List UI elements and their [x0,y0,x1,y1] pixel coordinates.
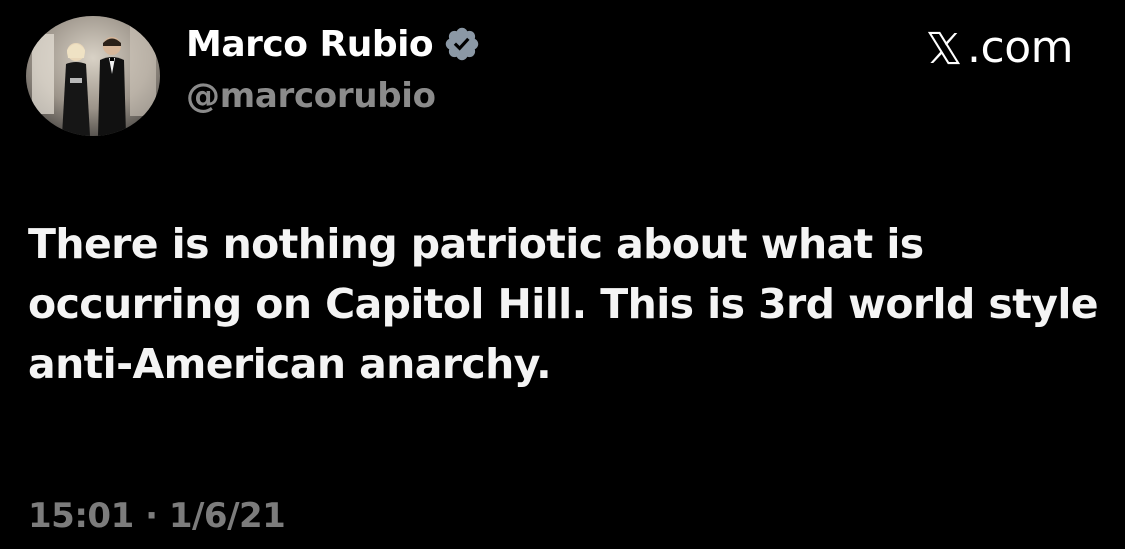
author-handle[interactable]: @marcorubio [186,76,436,116]
tweet-date: 1/6/21 [168,496,286,536]
tweet-body: There is nothing patriotic about what is… [28,220,1099,388]
avatar-photo [26,16,160,136]
avatar[interactable] [26,16,160,136]
verified-badge-icon [445,27,479,61]
x-logo-icon [927,31,961,65]
tweet-timestamp[interactable]: 15:01 · 1/6/21 [28,496,286,536]
brand-domain-text: .com [967,22,1073,73]
tweet-time: 15:01 [28,496,134,536]
author-name-row[interactable]: Marco Rubio [186,20,481,68]
author-display-name[interactable]: Marco Rubio [186,24,434,65]
timestamp-separator: · [145,496,158,536]
brand-watermark: .com [925,26,1073,70]
